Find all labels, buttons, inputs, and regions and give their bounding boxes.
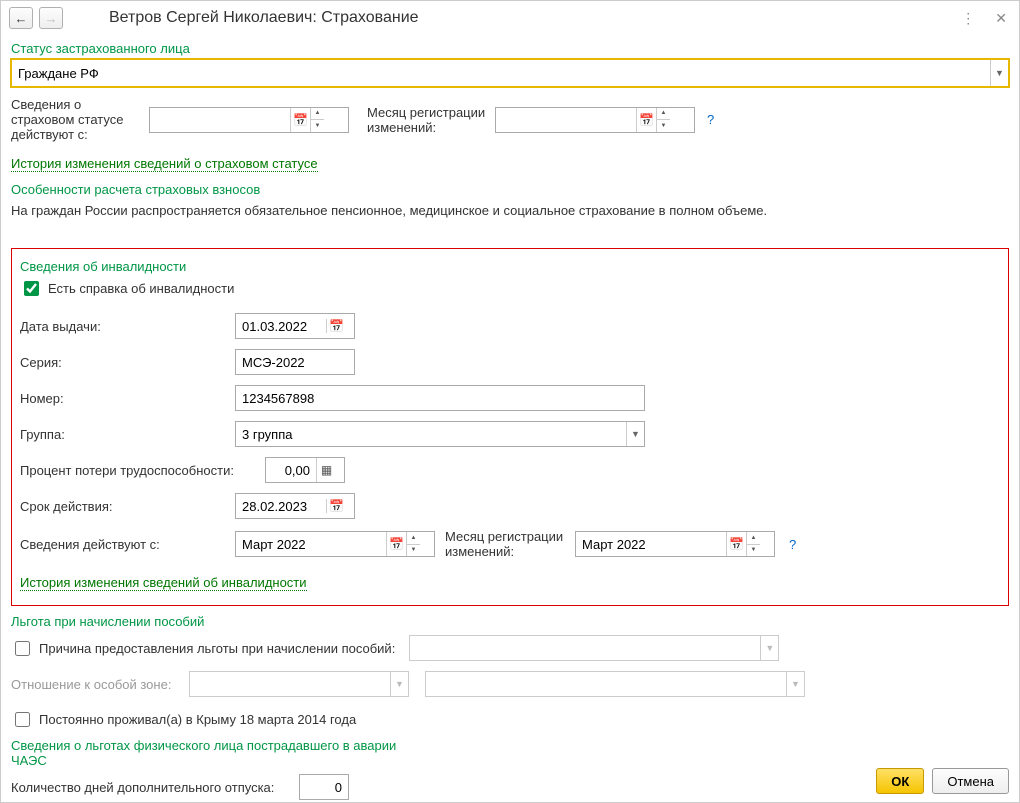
percent-field[interactable] bbox=[266, 458, 316, 482]
disability-checkbox[interactable] bbox=[24, 281, 39, 296]
chevron-down-icon[interactable]: ▼ bbox=[786, 672, 804, 696]
status-effective-label: Сведения о страховом статусе действуют с… bbox=[11, 97, 141, 142]
date-spinner[interactable]: ▲▼ bbox=[406, 532, 420, 556]
disability-title: Сведения об инвалидности bbox=[20, 259, 1000, 274]
zone-select-1[interactable]: ▼ bbox=[189, 671, 409, 697]
status-effective-date-field[interactable] bbox=[150, 108, 290, 132]
calc-desc: На граждан России распространяется обяза… bbox=[11, 203, 1009, 218]
zone-select-2[interactable]: ▼ bbox=[425, 671, 805, 697]
issue-date-label: Дата выдачи: bbox=[20, 319, 235, 334]
help-icon[interactable]: ? bbox=[707, 112, 714, 127]
close-icon[interactable]: ✕ bbox=[991, 8, 1011, 29]
window-title: Ветров Сергей Николаевич: Страхование bbox=[109, 9, 419, 27]
spin-up-icon[interactable]: ▲ bbox=[311, 108, 324, 121]
calendar-icon[interactable]: 📅 bbox=[726, 532, 746, 556]
disability-section: Сведения об инвалидности Есть справка об… bbox=[11, 248, 1009, 606]
valid-until-field[interactable] bbox=[236, 494, 326, 518]
status-section-label: Статус застрахованного лица bbox=[11, 41, 1009, 56]
chevron-down-icon[interactable]: ▼ bbox=[390, 672, 408, 696]
valid-until-label: Срок действия: bbox=[20, 499, 235, 514]
disability-effective-input[interactable]: 📅 ▲▼ bbox=[235, 531, 435, 557]
status-regmonth-input[interactable]: 📅 ▲▼ bbox=[495, 107, 695, 133]
window-controls: ⋮ ✕ bbox=[957, 8, 1011, 29]
spin-up-icon[interactable]: ▲ bbox=[747, 532, 760, 545]
chevron-down-icon[interactable]: ▼ bbox=[626, 422, 644, 446]
status-combo[interactable]: ▼ bbox=[11, 59, 1009, 87]
spin-down-icon[interactable]: ▼ bbox=[747, 545, 760, 557]
disability-history-link[interactable]: История изменения сведений об инвалиднос… bbox=[20, 575, 307, 591]
zone-field-2[interactable] bbox=[426, 672, 786, 696]
crimea-label: Постоянно проживал(а) в Крыму 18 марта 2… bbox=[39, 712, 356, 727]
disability-regmonth-label: Месяц регистрации изменений: bbox=[445, 529, 565, 559]
calendar-icon[interactable]: 📅 bbox=[326, 319, 346, 333]
disability-effective-label: Сведения действуют с: bbox=[20, 537, 235, 552]
calc-title: Особенности расчета страховых взносов bbox=[11, 182, 1009, 197]
titlebar: ← → Ветров Сергей Николаевич: Страховани… bbox=[1, 1, 1019, 35]
ok-button[interactable]: ОК bbox=[876, 768, 924, 794]
nav-back-button[interactable]: ← bbox=[9, 7, 33, 29]
benefit-reason-field[interactable] bbox=[410, 636, 760, 660]
number-input[interactable] bbox=[235, 385, 645, 411]
zone-field-1[interactable] bbox=[190, 672, 390, 696]
chevron-down-icon[interactable]: ▼ bbox=[990, 60, 1008, 86]
disability-regmonth-input[interactable]: 📅 ▲▼ bbox=[575, 531, 775, 557]
calendar-icon[interactable]: 📅 bbox=[290, 108, 310, 132]
series-field[interactable] bbox=[236, 350, 346, 374]
date-spinner[interactable]: ▲▼ bbox=[656, 108, 670, 132]
status-history-link[interactable]: История изменения сведений о страховом с… bbox=[11, 156, 318, 172]
number-label: Номер: bbox=[20, 391, 235, 406]
number-field[interactable] bbox=[236, 386, 636, 410]
percent-label: Процент потери трудоспособности: bbox=[20, 463, 265, 478]
disability-regmonth-field[interactable] bbox=[576, 532, 726, 556]
group-label: Группа: bbox=[20, 427, 235, 442]
series-input[interactable] bbox=[235, 349, 355, 375]
disability-checkbox-label: Есть справка об инвалидности bbox=[48, 281, 234, 296]
benefit-reason-select[interactable]: ▼ bbox=[409, 635, 779, 661]
calculator-icon[interactable]: ▦ bbox=[316, 458, 336, 482]
crimea-checkbox[interactable] bbox=[15, 712, 30, 727]
disability-effective-field[interactable] bbox=[236, 532, 386, 556]
bottom-bar: ОК Отмена bbox=[1, 759, 1019, 802]
chevron-down-icon[interactable]: ▼ bbox=[760, 636, 778, 660]
percent-input[interactable]: ▦ bbox=[265, 457, 345, 483]
group-select[interactable]: ▼ bbox=[235, 421, 645, 447]
issue-date-input[interactable]: 📅 bbox=[235, 313, 355, 339]
calendar-icon[interactable]: 📅 bbox=[636, 108, 656, 132]
calendar-icon[interactable]: 📅 bbox=[386, 532, 406, 556]
calendar-icon[interactable]: 📅 bbox=[326, 499, 346, 513]
spin-down-icon[interactable]: ▼ bbox=[657, 120, 670, 132]
series-label: Серия: bbox=[20, 355, 235, 370]
cancel-button[interactable]: Отмена bbox=[932, 768, 1009, 794]
date-spinner[interactable]: ▲▼ bbox=[310, 108, 324, 132]
kebab-icon[interactable]: ⋮ bbox=[957, 8, 979, 29]
benefit-reason-checkbox[interactable] bbox=[15, 641, 30, 656]
status-regmonth-label: Месяц регистрации изменений: bbox=[367, 105, 487, 135]
date-spinner[interactable]: ▲▼ bbox=[746, 532, 760, 556]
benefit-title: Льгота при начислении пособий bbox=[11, 614, 1009, 629]
benefit-reason-label: Причина предоставления льготы при начисл… bbox=[39, 641, 395, 656]
help-icon[interactable]: ? bbox=[789, 537, 796, 552]
group-field[interactable] bbox=[236, 422, 626, 446]
spin-down-icon[interactable]: ▼ bbox=[407, 545, 420, 557]
zone-label: Отношение к особой зоне: bbox=[11, 677, 181, 692]
status-input[interactable] bbox=[12, 60, 990, 86]
spin-down-icon[interactable]: ▼ bbox=[311, 120, 324, 132]
issue-date-field[interactable] bbox=[236, 314, 326, 338]
spin-up-icon[interactable]: ▲ bbox=[407, 532, 420, 545]
status-regmonth-field[interactable] bbox=[496, 108, 636, 132]
valid-until-input[interactable]: 📅 bbox=[235, 493, 355, 519]
nav-forward-button[interactable]: → bbox=[39, 7, 63, 29]
status-effective-date-input[interactable]: 📅 ▲▼ bbox=[149, 107, 349, 133]
spin-up-icon[interactable]: ▲ bbox=[657, 108, 670, 121]
